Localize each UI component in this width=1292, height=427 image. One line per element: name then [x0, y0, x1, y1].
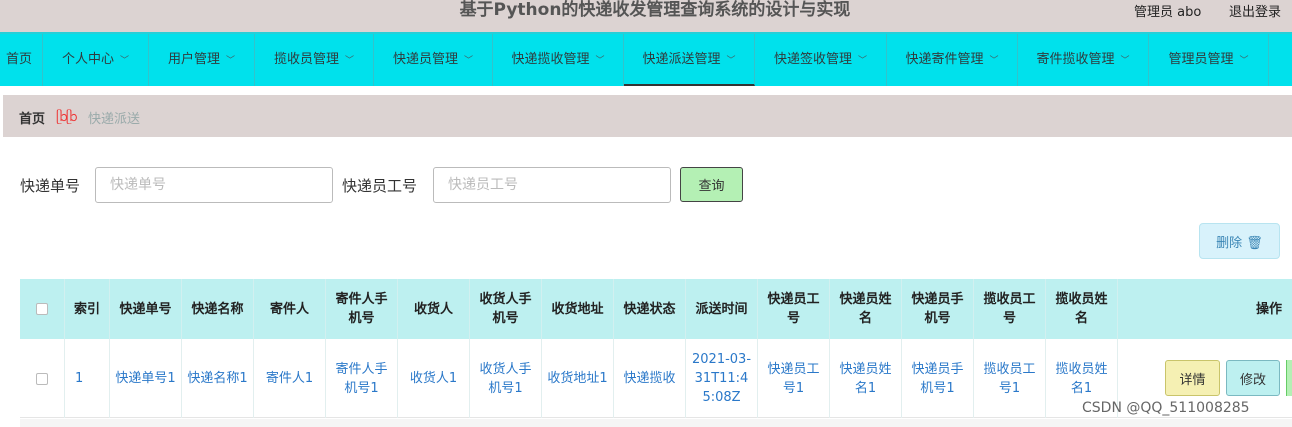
column-header: 快递单号 [110, 279, 182, 339]
table-cell: 快递员姓名1 [830, 339, 902, 418]
table-cell: 快递单号1 [110, 339, 182, 418]
select-all-checkbox[interactable] [36, 303, 48, 315]
table-cell: 快递名称1 [182, 339, 254, 418]
nav-item-label: 快递员管理 [392, 52, 458, 67]
breadcrumb-current: 快递派送 [88, 112, 141, 127]
nav-item-collectors[interactable]: 揽收员管理 ﹀ [255, 34, 374, 86]
nav-item-admins[interactable]: 管理员管理 ﹀ [1149, 34, 1269, 86]
courier-id-input[interactable] [433, 167, 671, 203]
table-cell: 收货地址1 [542, 339, 614, 418]
admin-label: 管理员 abo [1134, 5, 1202, 20]
table-row [20, 419, 1292, 427]
table-cell: 寄件人1 [254, 339, 326, 418]
column-header: 揽收员工号 [974, 279, 1046, 339]
table-cell: 2021-03-31T11:45:08Z [686, 339, 758, 418]
chevron-down-icon: ﹀ [1239, 56, 1249, 66]
table-cell: 快递员手机号1 [902, 339, 974, 418]
breadcrumb-home[interactable]: 首页 [19, 108, 45, 127]
column-header: 索引 [65, 279, 110, 339]
nav-item-label: 用户管理 [167, 52, 220, 67]
nav-item-label: 管理员管理 [1168, 52, 1234, 67]
nav-item-label: 快递揽收管理 [511, 52, 590, 67]
chevron-down-icon: ﹀ [226, 56, 236, 66]
nav-item-label: 首页 [5, 52, 32, 67]
query-button[interactable]: 查询 [680, 167, 743, 202]
column-header: 收货人 [398, 279, 470, 339]
chevron-down-icon: ﹀ [1120, 56, 1130, 66]
nav-item-label: 快递派送管理 [642, 52, 721, 67]
chevron-down-icon: ﹀ [726, 56, 736, 66]
nav-item-label: 快递寄件管理 [905, 52, 984, 67]
nav-item-label: 揽收员管理 [273, 52, 339, 67]
nav-item-label: 寄件揽收管理 [1036, 52, 1115, 67]
column-header: 快递员姓名 [830, 279, 902, 339]
detail-button[interactable]: 详情 [1165, 360, 1220, 396]
chevron-down-icon: ﹀ [464, 56, 474, 66]
nav-item-delivery[interactable]: 快递派送管理 ﹀ [624, 34, 755, 86]
table-cell: 快递揽收 [614, 339, 686, 418]
watermark: CSDN @QQ_511008285 [1082, 400, 1250, 416]
column-header: 收货地址 [542, 279, 614, 339]
table-cell: 寄件人手机号1 [326, 339, 398, 418]
nav-item-users[interactable]: 用户管理 ﹀ [149, 34, 255, 86]
table-cell: 收货人手机号1 [470, 339, 542, 418]
table-header: 索引 快递单号 快递名称 寄件人 寄件人手机号 收货人 收货人手机号 收货地址 … [20, 279, 1292, 339]
chevron-down-icon: ﹀ [595, 56, 605, 66]
nav-item-pickup[interactable]: 快递揽收管理 ﹀ [493, 34, 624, 86]
column-header: 派送时间 [686, 279, 758, 339]
delete-button[interactable]: 删除 🗑 [1199, 223, 1280, 259]
nav-item-signing[interactable]: 快递签收管理 ﹀ [755, 34, 887, 86]
nav-item-sending[interactable]: 快递寄件管理 ﹀ [887, 34, 1018, 86]
breadcrumb: 首页 ᥫᩣᥫᩣ 快递派送 [3, 95, 1292, 137]
select-all-cell [20, 279, 65, 339]
breadcrumb-separator-icon: ᥫᩣᥫᩣ [56, 110, 78, 125]
table-cell: 揽收员工号1 [974, 339, 1046, 418]
nav-item-send-pickup[interactable]: 寄件揽收管理 ﹀ [1018, 34, 1149, 86]
chevron-down-icon: ﹀ [989, 56, 999, 66]
main-nav: 首页 个人中心 ﹀ 用户管理 ﹀ 揽收员管理 ﹀ 快递员管理 ﹀ 快递揽收管理 ﹀ 快递派… [0, 32, 1292, 86]
nav-item-couriers[interactable]: 快递员管理 ﹀ [374, 34, 493, 86]
tracking-number-label: 快递单号 [20, 177, 81, 195]
row-checkbox[interactable] [36, 372, 48, 385]
column-header: 快递状态 [614, 279, 686, 339]
row-select-cell [20, 339, 65, 418]
chevron-down-icon: ﹀ [345, 56, 355, 66]
logout-link[interactable]: 退出登录 [1229, 1, 1281, 20]
column-header: 寄件人手机号 [326, 279, 398, 339]
chevron-down-icon: ﹀ [858, 56, 868, 66]
column-header: 寄件人 [254, 279, 326, 339]
nav-item-label: 快递签收管理 [773, 52, 852, 67]
column-header: 操作 [1255, 301, 1282, 317]
column-header: 揽收员姓名 [1046, 279, 1118, 339]
table-cell: 快递员工号1 [758, 339, 830, 418]
nav-item-home[interactable]: 首页 [0, 34, 43, 86]
extra-action-button[interactable] [1286, 360, 1292, 396]
courier-id-label: 快递员工号 [342, 177, 418, 195]
nav-item-label: 个人中心 [61, 52, 114, 67]
column-header: 快递名称 [182, 279, 254, 339]
nav-item-profile[interactable]: 个人中心 ﹀ [43, 34, 149, 86]
column-header: 快递员手机号 [902, 279, 974, 339]
top-bar: 基于Python的快递收发管理查询系统的设计与实现 管理员 abo 退出登录 [0, 0, 1292, 32]
chevron-down-icon: ﹀ [120, 56, 130, 66]
site-title: 基于Python的快递收发管理查询系统的设计与实现 [459, 0, 851, 20]
column-header: 收货人手机号 [470, 279, 542, 339]
tracking-number-input[interactable] [95, 167, 333, 203]
table-cell: 1 [65, 339, 110, 418]
edit-button[interactable]: 修改 [1226, 360, 1280, 396]
table-cell: 收货人1 [398, 339, 470, 418]
column-header: 快递员工号 [758, 279, 830, 339]
